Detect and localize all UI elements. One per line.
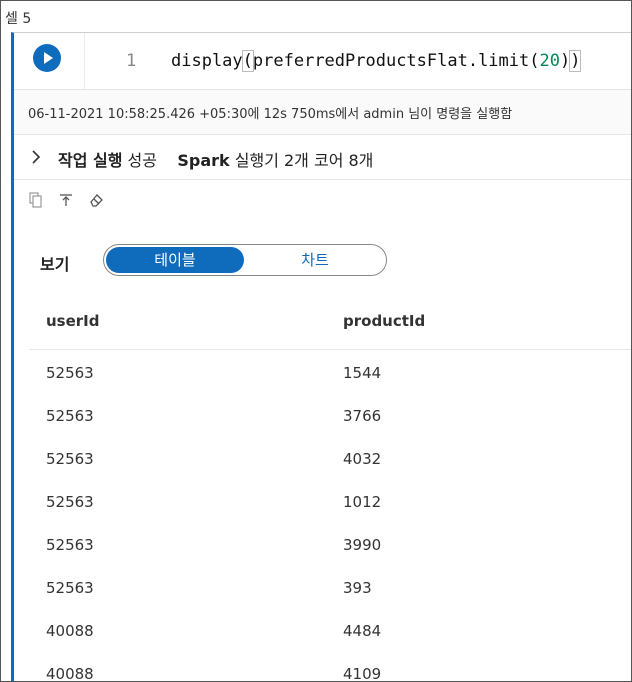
- code-editor-row[interactable]: 1 display(preferredProductsFlat.limit(20…: [14, 33, 631, 90]
- code-number: 20: [539, 51, 560, 71]
- code-argument: preferredProductsFlat.limit(: [252, 51, 540, 71]
- view-toggle[interactable]: 테이블 차트: [103, 244, 387, 276]
- cell-productid: 1544: [343, 364, 382, 382]
- cell-productid: 3766: [343, 407, 382, 425]
- run-gutter: [14, 33, 85, 89]
- cell-productid: 4109: [343, 665, 382, 682]
- output-toolbar: [14, 180, 631, 220]
- cell-userid: 52563: [46, 407, 94, 425]
- tab-table[interactable]: 테이블: [106, 247, 244, 273]
- execution-status-row: 06-11-2021 10:58:25.426 +05:30에 12s 750m…: [14, 90, 631, 135]
- job-summary: 작업 실행 성공 Spark 실행기 2개 코어 8개: [58, 147, 373, 171]
- table-row: 52563 1544: [29, 350, 631, 393]
- cell-userid: 52563: [46, 493, 94, 511]
- code-close-inner: ): [559, 51, 571, 71]
- cell-userid: 40088: [46, 665, 94, 682]
- cell-userid: 52563: [46, 579, 94, 597]
- table-row: 52563 1012: [29, 479, 631, 522]
- code-text[interactable]: display(preferredProductsFlat.limit(20)): [171, 50, 582, 72]
- table-row: 52563 4032: [29, 436, 631, 479]
- code-function: display: [171, 51, 243, 71]
- cell-userid: 52563: [46, 450, 94, 468]
- code-close-paren: ): [569, 50, 582, 72]
- job-engine: Spark: [177, 151, 230, 170]
- pin-icon[interactable]: [58, 192, 74, 208]
- execution-status-text: 06-11-2021 10:58:25.426 +05:30에 12s 750m…: [28, 107, 513, 122]
- cell-userid: 52563: [46, 364, 94, 382]
- job-detail: 실행기 2개 코어 8개: [234, 151, 374, 170]
- notebook-frame: 셀 5 1 display(preferredProductsFlat.limi…: [0, 0, 632, 682]
- chevron-right-icon[interactable]: [28, 149, 44, 165]
- code-cell: 1 display(preferredProductsFlat.limit(20…: [11, 32, 631, 682]
- line-number: 1: [126, 51, 137, 71]
- job-title: 작업 실행: [58, 151, 123, 170]
- column-header-userid[interactable]: userId: [46, 312, 100, 330]
- view-label: 보기: [40, 255, 70, 274]
- cell-userid: 52563: [46, 536, 94, 554]
- copy-icon[interactable]: [28, 192, 44, 208]
- cell-userid: 40088: [46, 622, 94, 640]
- table-row: 52563 3766: [29, 393, 631, 436]
- table-row: 52563 3990: [29, 522, 631, 565]
- cell-productid: 1012: [343, 493, 382, 511]
- spark-job-row[interactable]: 작업 실행 성공 Spark 실행기 2개 코어 8개: [14, 135, 631, 180]
- tab-chart[interactable]: 차트: [246, 247, 384, 273]
- cell-label: 셀 5: [5, 11, 32, 27]
- code-open-paren: (: [241, 50, 254, 72]
- cell-productid: 4484: [343, 622, 382, 640]
- eraser-icon[interactable]: [88, 192, 104, 208]
- cell-productid: 4032: [343, 450, 382, 468]
- cell-productid: 393: [343, 579, 372, 597]
- cell-productid: 3990: [343, 536, 382, 554]
- table-row: 52563 393: [29, 565, 631, 608]
- table-row: 40088 4109: [29, 651, 631, 682]
- table-header: userId productId: [29, 291, 631, 350]
- table-row: 40088 4484: [29, 608, 631, 651]
- column-header-productid[interactable]: productId: [343, 312, 425, 330]
- view-selector-row: 보기 테이블 차트: [14, 239, 631, 285]
- play-icon: [44, 52, 53, 64]
- job-result: 성공: [127, 151, 157, 170]
- run-cell-button[interactable]: [33, 44, 61, 72]
- results-table: userId productId 52563 1544 52563 3766 5…: [29, 291, 631, 682]
